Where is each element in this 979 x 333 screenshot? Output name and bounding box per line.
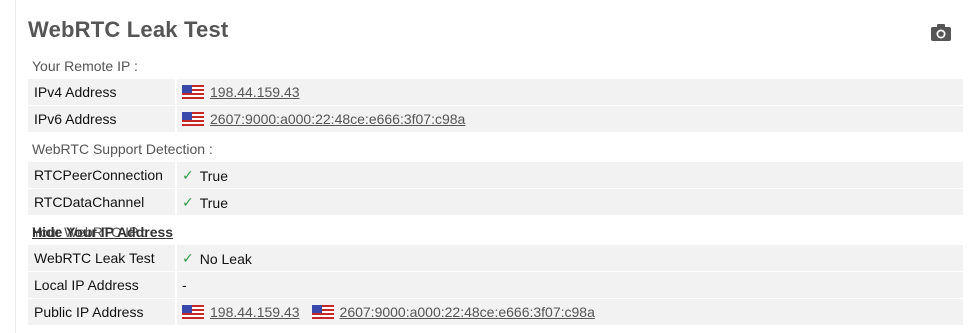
ipv6-address-link[interactable]: 2607:9000:a000:22:48ce:e666:3f07:c98a [210,111,465,127]
rtcpeerconnection-value: True [199,167,229,184]
page-title: WebRTC Leak Test [28,17,229,42]
us-flag-icon [182,85,204,99]
row-rtcpeerconnection: RTCPeerConnection ✓ True [28,162,963,188]
check-icon: ✓ [182,194,194,210]
row-rtcdatachannel: RTCDataChannel ✓ True [28,189,963,215]
ipv6-label: IPv6 Address [34,111,117,127]
local-ip-label: Local IP Address [34,277,139,293]
rtcdatachannel-value: True [199,194,229,211]
hide-ip-link[interactable]: Hide Your IP Address [32,224,963,240]
rtcpeerconnection-label: RTCPeerConnection [34,167,163,183]
leak-test-label: WebRTC Leak Test [34,250,155,266]
rtcdatachannel-label: RTCDataChannel [34,194,145,210]
row-webrtc-leak-test: WebRTC Leak Test ✓ No Leak [28,245,963,271]
row-ipv4: IPv4 Address 198.44.159.43 [28,79,963,105]
section-remote-ip-label: Your Remote IP : [32,58,138,74]
us-flag-icon [182,305,204,319]
row-local-ip: Local IP Address - [28,272,963,298]
check-icon: ✓ [182,167,194,183]
leak-test-value: No Leak [199,250,252,267]
camera-icon[interactable] [930,22,952,42]
public-ipv4-link[interactable]: 198.44.159.43 [210,304,300,320]
public-ip-label: Public IP Address [34,304,144,320]
webrtc-leak-card: WebRTC Leak Test Your Remote IP : IPv4 A… [15,0,965,333]
local-ip-value: - [182,277,187,293]
ipv4-address-link[interactable]: 198.44.159.43 [210,84,300,100]
row-public-ip: Public IP Address 198.44.159.43 2607:900… [28,299,963,325]
row-ipv6: IPv6 Address 2607:9000:a000:22:48ce:e666… [28,106,963,132]
us-flag-icon [182,112,204,126]
check-icon: ✓ [182,250,194,266]
section-support-label: WebRTC Support Detection : [32,141,213,157]
public-ipv6-link[interactable]: 2607:9000:a000:22:48ce:e666:3f07:c98a [340,304,595,320]
ipv4-label: IPv4 Address [34,84,117,100]
us-flag-icon [311,305,334,319]
